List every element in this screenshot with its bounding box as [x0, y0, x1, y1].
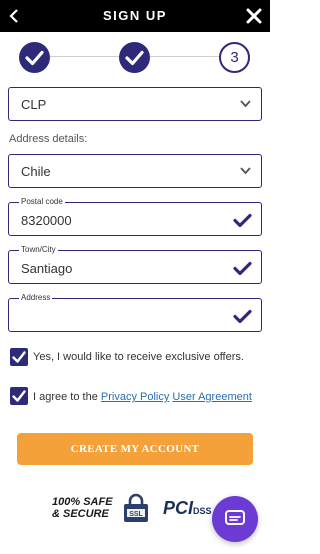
valid-check-icon	[233, 309, 252, 324]
page-title: SIGN UP	[103, 8, 167, 23]
postal-code-value: 8320000	[21, 213, 72, 228]
terms-label: I agree to the Privacy Policy User Agree…	[33, 391, 252, 403]
address-field[interactable]: Address	[8, 293, 262, 332]
safe-secure-badge: 100% SAFE & SECURE	[52, 496, 113, 520]
dss-text: DSS	[193, 506, 212, 516]
terms-checkbox[interactable]	[10, 387, 28, 405]
step-2-complete	[119, 42, 150, 73]
header-bar: SIGN UP	[0, 0, 270, 32]
postal-code-field[interactable]: Postal code 8320000	[8, 197, 262, 236]
chevron-down-icon	[240, 167, 251, 175]
chat-icon	[225, 510, 245, 525]
country-select[interactable]: Chile	[8, 154, 262, 188]
safe-line-2: & SECURE	[52, 508, 109, 520]
step-3-current: 3	[219, 42, 250, 73]
create-account-button[interactable]: CREATE MY ACCOUNT	[17, 433, 253, 465]
ssl-text: SSL	[129, 511, 143, 518]
city-label: Town/City	[19, 245, 58, 255]
country-value: Chile	[21, 164, 51, 179]
privacy-policy-link[interactable]: Privacy Policy	[101, 391, 169, 403]
checkmark-icon	[125, 50, 144, 66]
checkmark-icon	[25, 50, 44, 66]
chevron-down-icon	[240, 100, 251, 108]
city-field[interactable]: Town/City Santiago	[8, 245, 262, 284]
terms-prefix: I agree to the	[33, 391, 101, 403]
address-details-label: Address details:	[9, 133, 88, 145]
user-agreement-link[interactable]: User Agreement	[172, 391, 251, 403]
offers-label: Yes, I would like to receive exclusive o…	[33, 351, 244, 363]
progress-stepper: 3	[0, 32, 270, 82]
checkmark-icon	[12, 390, 26, 402]
checkmark-icon	[12, 351, 26, 363]
currency-value: CLP	[21, 97, 47, 112]
step-1-complete	[19, 42, 50, 73]
pci-text: PCI	[163, 498, 194, 518]
safe-line-1: 100% SAFE	[52, 496, 113, 508]
pci-dss-badge: PCIDSS	[163, 498, 212, 519]
ssl-lock-icon: SSL	[124, 493, 148, 522]
stepper-connector	[50, 56, 120, 57]
postal-code-label: Postal code	[19, 197, 65, 207]
offers-checkbox[interactable]	[10, 348, 28, 366]
stepper-connector	[150, 56, 220, 57]
close-icon[interactable]	[246, 8, 262, 24]
currency-select[interactable]: CLP	[8, 87, 262, 121]
valid-check-icon	[233, 213, 252, 228]
city-value: Santiago	[21, 261, 73, 276]
valid-check-icon	[233, 261, 252, 276]
step-number: 3	[230, 49, 239, 66]
chat-launcher-button[interactable]	[212, 496, 258, 542]
address-label: Address	[19, 293, 53, 303]
